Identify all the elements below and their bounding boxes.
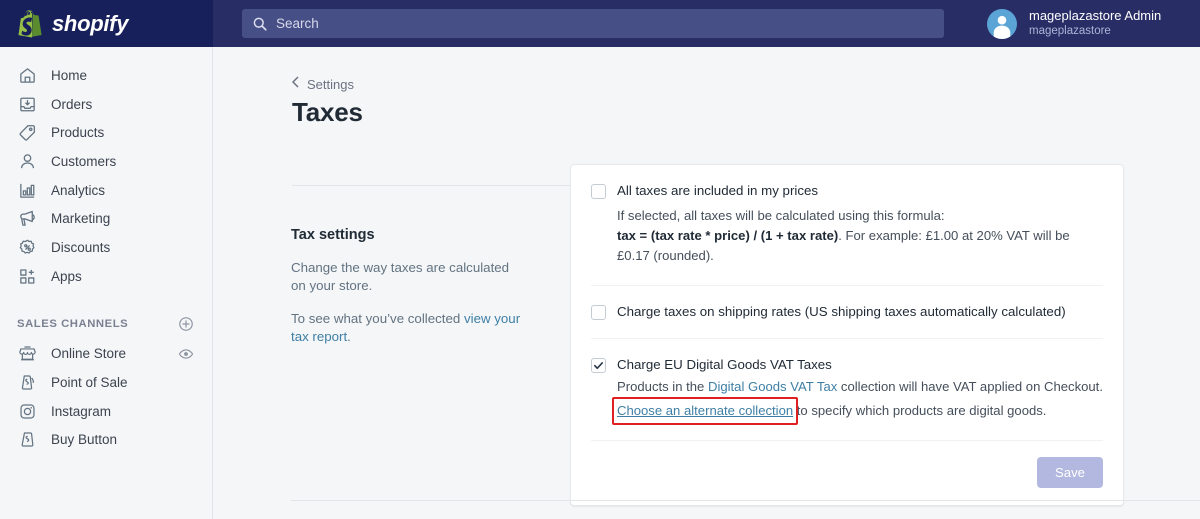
save-button[interactable]: Save: [1036, 457, 1103, 489]
sidebar-item-label: Home: [51, 67, 88, 83]
sidebar-item-label: Point of Sale: [51, 375, 128, 391]
tax-formula: tax = (tax rate * price) / (1 + tax rate…: [617, 227, 839, 243]
apps-grid-plus-icon: [17, 266, 37, 286]
sidebar-item-label: Apps: [51, 268, 82, 284]
included-in-prices-note: If selected, all taxes will be calculate…: [617, 206, 1103, 266]
eu-digital-goods-checkbox[interactable]: [591, 357, 606, 373]
account-name: mageplazastore Admin: [1029, 8, 1162, 24]
sidebar-item-instagram[interactable]: Instagram: [0, 397, 212, 426]
description-prefix: To see what you’ve collected: [291, 310, 464, 326]
sidebar-item-label: Buy Button: [51, 432, 118, 448]
sidebar-item-apps[interactable]: Apps: [0, 262, 212, 291]
sidebar-item-label: Marketing: [51, 211, 111, 227]
account-menu[interactable]: mageplazastore Admin mageplazastore: [971, 0, 1200, 47]
breadcrumb[interactable]: Settings: [291, 75, 354, 93]
sidebar-item-label: Instagram: [51, 403, 112, 419]
sidebar-item-label: Analytics: [51, 182, 106, 198]
sidebar-item-orders[interactable]: Orders: [0, 90, 212, 119]
description-paragraph-2: To see what you’ve collected view your t…: [291, 310, 523, 347]
included-in-prices-checkbox[interactable]: [591, 184, 606, 199]
tax-settings-description: Tax settings Change the way taxes are ca…: [291, 227, 523, 360]
eu-desc-suffix: collection will have VAT applied on Chec…: [837, 378, 1103, 394]
formula-intro: If selected, all taxes will be calculate…: [617, 208, 945, 223]
description-heading: Tax settings: [291, 227, 375, 243]
sidebar-item-products[interactable]: Products: [0, 118, 212, 147]
digital-goods-vat-tax-link[interactable]: Digital Goods VAT Tax: [708, 379, 837, 394]
shipping-rates-label: Charge taxes on shipping rates (US shipp…: [617, 303, 1066, 319]
search-icon: [253, 17, 267, 31]
sales-channels-header: SALES CHANNELS: [0, 309, 212, 340]
discount-percent-icon: [17, 237, 37, 257]
shopify-wordmark: shopify: [52, 10, 129, 36]
orders-inbox-icon: [17, 94, 37, 114]
point-of-sale-icon: [17, 373, 37, 393]
alternate-suffix: to specify which products are digital go…: [793, 403, 1047, 419]
search-placeholder: Search: [276, 16, 319, 31]
page-title: Taxes: [292, 97, 363, 127]
user-avatar-icon: [987, 8, 1017, 39]
sidebar-item-label: Products: [51, 125, 105, 141]
alternate-collection-highlight: Choose an alternate collection: [612, 397, 799, 426]
marketing-megaphone-icon: [17, 209, 37, 229]
sidebar-item-label: Customers: [51, 153, 117, 169]
top-bar: shopify Search mageplazastore Admin mage…: [0, 0, 1200, 47]
online-store-icon: [17, 344, 37, 364]
eu-digital-goods-description: Products in the Digital Goods VAT Tax co…: [617, 377, 1103, 398]
description-paragraph-1: Change the way taxes are calculated on y…: [291, 260, 510, 294]
description-suffix: .: [347, 329, 351, 345]
shipping-rates-row[interactable]: Charge taxes on shipping rates (US shipp…: [591, 304, 1103, 320]
sidebar-item-point-of-sale[interactable]: Point of Sale: [0, 368, 212, 397]
main-content: Settings Taxes Tax settings Change the w…: [213, 47, 1200, 519]
sidebar-item-home[interactable]: Home: [0, 61, 212, 90]
sidebar: Home Orders Products Customers Analytics…: [0, 47, 213, 519]
breadcrumb-label: Settings: [307, 76, 354, 92]
account-text: mageplazastore Admin mageplazastore: [1029, 8, 1161, 39]
sidebar-item-discounts[interactable]: Discounts: [0, 233, 212, 262]
section-shipping-rates: Charge taxes on shipping rates (US shipp…: [571, 286, 1123, 338]
card-footer: Save: [571, 441, 1123, 505]
shipping-rates-checkbox[interactable]: [591, 304, 606, 320]
sidebar-item-analytics[interactable]: Analytics: [0, 176, 212, 205]
analytics-bar-chart-icon: [17, 180, 37, 200]
chevron-left-icon: [291, 75, 300, 93]
sidebar-item-buy-button[interactable]: Buy Button: [0, 426, 212, 455]
eu-digital-goods-row[interactable]: Charge EU Digital Goods VAT Taxes: [591, 357, 1103, 373]
customer-person-icon: [17, 151, 37, 171]
included-in-prices-row[interactable]: All taxes are included in my prices: [591, 183, 1103, 199]
eu-digital-goods-alternate: Choose an alternate collection to specif…: [612, 397, 1103, 426]
sidebar-item-customers[interactable]: Customers: [0, 147, 212, 176]
tax-settings-card: All taxes are included in my prices If s…: [570, 164, 1124, 507]
sidebar-item-label: Online Store: [51, 346, 127, 362]
home-icon: [17, 65, 37, 85]
section-included-in-prices: All taxes are included in my prices If s…: [571, 165, 1123, 285]
shopify-logo[interactable]: shopify: [0, 0, 213, 47]
choose-alternate-collection-link[interactable]: Choose an alternate collection: [617, 403, 793, 418]
section-eu-digital-goods: Charge EU Digital Goods VAT Taxes Produc…: [571, 339, 1123, 440]
eu-desc-prefix: Products in the: [617, 378, 708, 394]
shopify-bag-icon: [18, 9, 44, 38]
eu-digital-goods-label: Charge EU Digital Goods VAT Taxes: [617, 356, 832, 372]
sales-channels-title: SALES CHANNELS: [17, 318, 129, 330]
search-input[interactable]: Search: [242, 9, 944, 38]
bottom-divider: [291, 500, 1200, 501]
search-zone: Search: [213, 0, 971, 47]
product-tag-icon: [17, 123, 37, 143]
plus-circle-icon[interactable]: [177, 315, 195, 333]
sidebar-item-label: Orders: [51, 96, 93, 112]
sidebar-item-label: Discounts: [51, 239, 111, 255]
instagram-icon: [17, 401, 37, 421]
buy-button-icon: [17, 430, 37, 450]
included-in-prices-label: All taxes are included in my prices: [617, 183, 819, 198]
eye-icon[interactable]: [177, 345, 195, 363]
account-store: mageplazastore: [1029, 25, 1111, 38]
sidebar-item-online-store[interactable]: Online Store: [0, 340, 212, 369]
sidebar-item-marketing[interactable]: Marketing: [0, 204, 212, 233]
